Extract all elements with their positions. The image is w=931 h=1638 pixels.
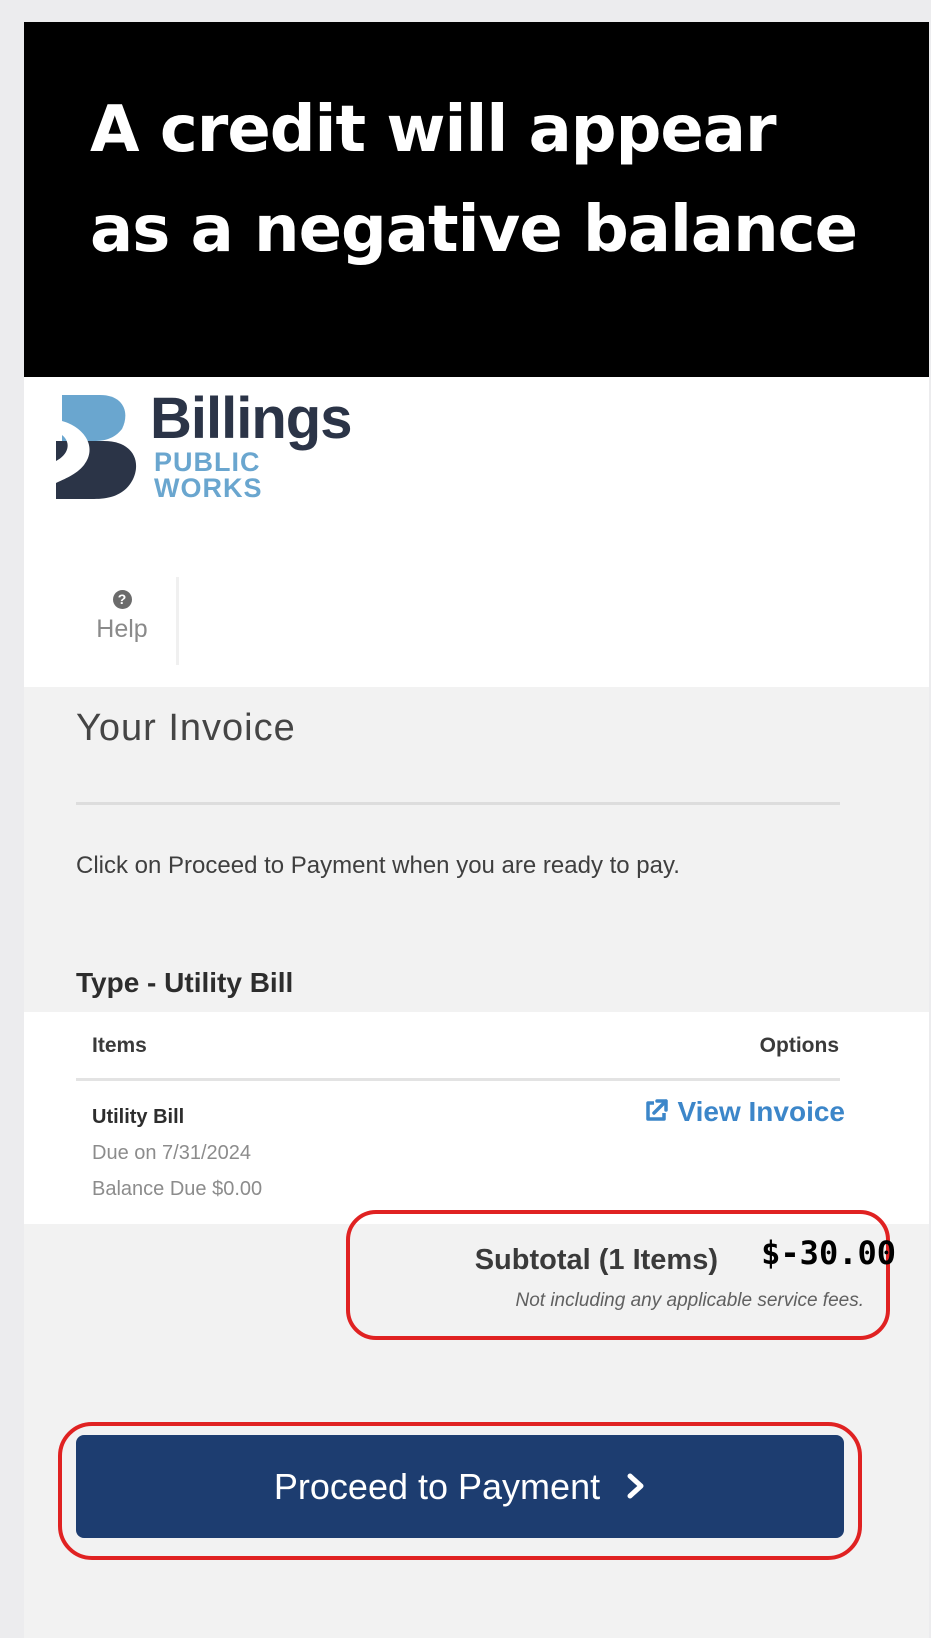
banner-text: A credit will appear as a negative balan…	[90, 93, 858, 267]
billings-b-logo-icon	[54, 391, 144, 506]
logo-wordmark: Billings	[150, 386, 352, 451]
title-divider	[76, 802, 840, 805]
subtotal-label: Subtotal (1 Items)	[474, 1244, 718, 1276]
logo-subtitle-line1: PUBLIC	[154, 447, 261, 477]
subtotal-highlight: Subtotal (1 Items) $-30.00 Not including…	[346, 1210, 896, 1340]
logo-subtitle-line2: WORKS	[154, 473, 263, 503]
invoice-items-table: Items Options Utility Bill Due on 7/31/2…	[24, 1012, 929, 1224]
nav-divider	[176, 577, 179, 665]
table-header-divider	[76, 1078, 840, 1081]
help-label: Help	[96, 615, 148, 643]
page: A credit will appear as a negative balan…	[24, 22, 929, 1638]
invoice-type-label: Type - Utility Bill	[76, 967, 294, 998]
proceed-to-payment-label: Proceed to Payment	[273, 1465, 601, 1507]
annotation-banner: A credit will appear as a negative balan…	[24, 22, 929, 377]
service-fee-note: Not including any applicable service fee…	[515, 1290, 864, 1311]
view-invoice-label: View Invoice	[677, 1096, 845, 1127]
help-tab[interactable]: ? Help	[74, 582, 170, 667]
subtotal-amount: $-30.00	[761, 1234, 896, 1272]
column-header-items: Items	[92, 1034, 147, 1057]
site-header: Billings PUBLIC WORKS ? Help	[24, 377, 929, 687]
chevron-right-icon	[626, 1466, 646, 1508]
item-balance-due: Balance Due $0.00	[92, 1178, 263, 1200]
question-circle-icon: ?	[112, 590, 132, 609]
external-link-icon	[643, 1098, 669, 1131]
instructions-text: Click on Proceed to Payment when you are…	[76, 852, 680, 879]
logo-subtitle: PUBLIC WORKS	[154, 447, 263, 503]
view-invoice-link[interactable]: View Invoice	[643, 1096, 845, 1131]
page-title: Your Invoice	[76, 707, 296, 749]
proceed-to-payment-button[interactable]: Proceed to Payment	[76, 1435, 844, 1538]
item-name: Utility Bill	[92, 1106, 185, 1128]
item-due-date: Due on 7/31/2024	[92, 1142, 252, 1164]
column-header-options: Options	[759, 1034, 839, 1057]
